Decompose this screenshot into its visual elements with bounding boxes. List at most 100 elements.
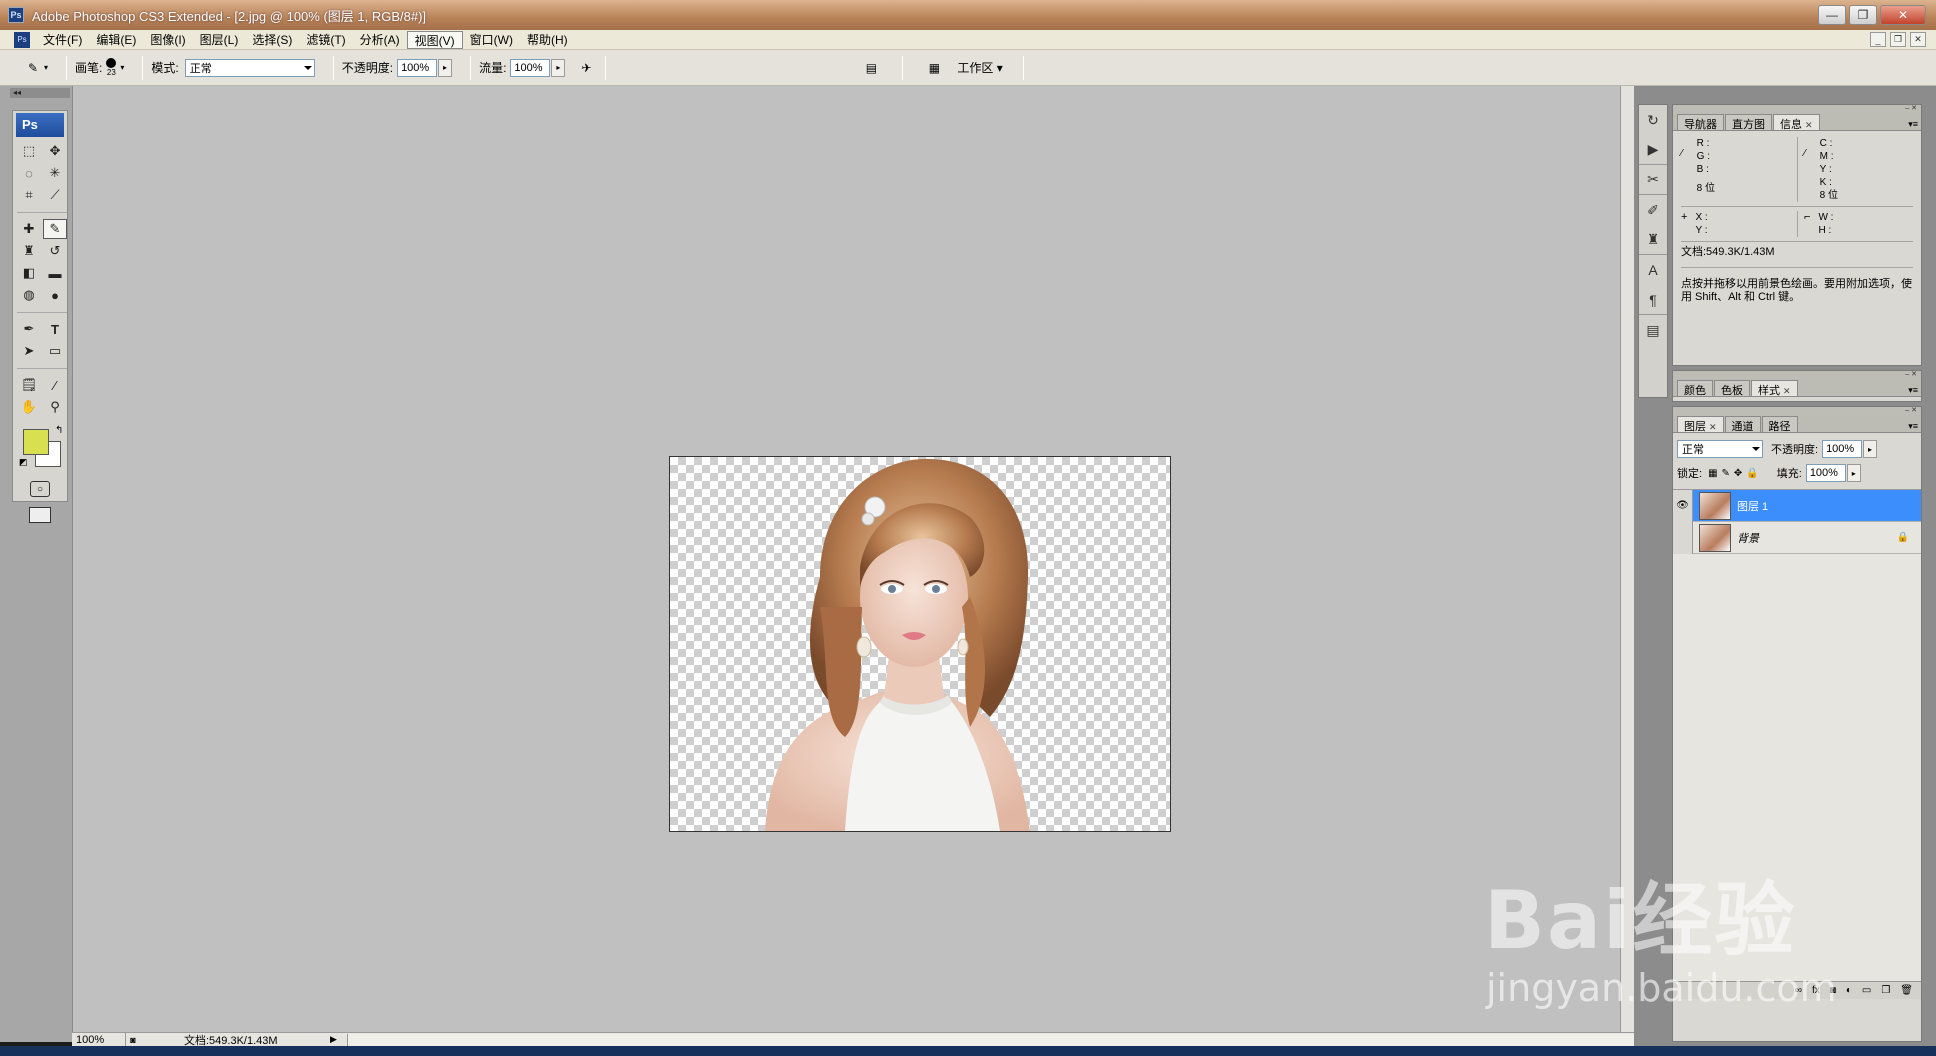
menu-image[interactable]: 图像(I): [143, 31, 192, 49]
trash-icon[interactable]: 🗑: [1900, 985, 1913, 996]
clone-source-icon[interactable]: ♜: [1639, 225, 1667, 255]
history-panel-icon[interactable]: ↻: [1639, 105, 1667, 135]
gradient-tool-icon[interactable]: ▬: [43, 263, 67, 283]
path-selection-tool-icon[interactable]: ➤: [17, 341, 41, 361]
new-group-icon[interactable]: ▭: [1862, 985, 1871, 996]
flow-input[interactable]: 100%: [510, 58, 551, 77]
adjustment-layer-icon[interactable]: ◐: [1846, 985, 1852, 996]
panel-grip[interactable]: – ✕: [1673, 105, 1921, 113]
layer-row[interactable]: 👁 图层 1: [1673, 489, 1921, 522]
hand-tool-icon[interactable]: ✋: [17, 397, 41, 417]
tool-presets-icon[interactable]: ✂: [1639, 165, 1667, 195]
panel-menu-icon[interactable]: ▾≡: [1908, 385, 1921, 396]
opacity-slider-button[interactable]: ▸: [438, 58, 453, 77]
fill-slider-button[interactable]: ▸: [1846, 464, 1861, 482]
tab-navigator[interactable]: 导航器: [1677, 114, 1724, 131]
close-icon[interactable]: ✕: [1880, 5, 1926, 25]
horizontal-scrollbar[interactable]: [346, 1033, 1634, 1046]
character-panel-icon[interactable]: A: [1639, 255, 1667, 285]
screen-mode-icon[interactable]: [29, 507, 51, 523]
eye-icon[interactable]: 👁: [1673, 489, 1693, 522]
palette-well-icon[interactable]: ▤: [860, 57, 882, 79]
tool-preset-picker[interactable]: ✎ ▾: [22, 57, 48, 79]
maximize-icon[interactable]: ❐: [1849, 5, 1877, 25]
marquee-tool-icon[interactable]: ⬚: [17, 141, 41, 161]
document-canvas[interactable]: [669, 456, 1171, 832]
tab-channels[interactable]: 通道: [1724, 416, 1761, 433]
panel-menu-icon[interactable]: ▾≡: [1908, 421, 1921, 432]
tab-color[interactable]: 颜色: [1677, 380, 1713, 397]
minimize-icon[interactable]: —: [1818, 5, 1846, 25]
menu-help[interactable]: 帮助(H): [520, 31, 575, 49]
menu-edit[interactable]: 编辑(E): [89, 31, 143, 49]
paragraph-panel-icon[interactable]: ¶: [1639, 285, 1667, 315]
notes-tool-icon[interactable]: 🗒: [17, 375, 41, 395]
healing-brush-tool-icon[interactable]: ✚: [17, 219, 41, 239]
magic-wand-tool-icon[interactable]: ✳: [43, 163, 67, 183]
canvas-workspace[interactable]: [72, 86, 1620, 1032]
tab-swatches[interactable]: 色板: [1714, 380, 1750, 397]
close-icon[interactable]: ✕: [1783, 386, 1791, 396]
eyedropper-tool-icon[interactable]: ⁄: [43, 375, 67, 395]
actions-panel-icon[interactable]: ▶: [1639, 135, 1667, 165]
lock-all-icon[interactable]: 🔒: [1746, 468, 1762, 479]
layer-name[interactable]: 背景: [1737, 530, 1759, 546]
layer-name[interactable]: 图层 1: [1737, 498, 1768, 514]
tab-histogram[interactable]: 直方图: [1725, 114, 1772, 131]
menu-analysis[interactable]: 分析(A): [353, 31, 407, 49]
new-layer-icon[interactable]: ❐: [1881, 985, 1890, 996]
shape-tool-icon[interactable]: ▭: [43, 341, 67, 361]
pen-tool-icon[interactable]: ✒: [17, 319, 41, 339]
slice-tool-icon[interactable]: ⟋: [43, 185, 67, 205]
menu-layer[interactable]: 图层(L): [193, 31, 246, 49]
panel-grip[interactable]: – ✕: [1673, 371, 1921, 379]
swap-colors-icon[interactable]: ↰: [55, 425, 63, 436]
status-menu-icon[interactable]: ◙: [126, 1035, 140, 1045]
menu-filter[interactable]: 滤镜(T): [299, 31, 352, 49]
doc-close-icon[interactable]: ✕: [1910, 32, 1926, 47]
eraser-tool-icon[interactable]: ◧: [17, 263, 41, 283]
tab-styles[interactable]: 样式 ✕: [1751, 380, 1798, 397]
lock-options[interactable]: ▦✎✥🔒: [1708, 468, 1763, 479]
blend-mode-select[interactable]: 正常: [1677, 440, 1763, 458]
lock-transparency-icon[interactable]: ▦: [1708, 468, 1721, 479]
bridge-icon[interactable]: ▦: [923, 57, 945, 79]
layer-thumbnail[interactable]: [1699, 523, 1731, 552]
layer-opacity-slider-button[interactable]: ▸: [1863, 440, 1878, 458]
tab-paths[interactable]: 路径: [1761, 416, 1798, 433]
document-icon[interactable]: Ps: [14, 31, 30, 48]
layer-thumbnail[interactable]: [1699, 491, 1731, 520]
mode-select[interactable]: 正常: [184, 58, 315, 77]
layer-opacity-input[interactable]: 100%: [1822, 440, 1863, 458]
foreground-color-swatch[interactable]: [23, 429, 49, 455]
panel-grip[interactable]: – ✕: [1673, 407, 1921, 415]
dodge-tool-icon[interactable]: ●: [43, 285, 67, 305]
eyedropper-icon[interactable]: ⁄: [1681, 147, 1683, 202]
clone-stamp-tool-icon[interactable]: ♜: [17, 241, 41, 261]
move-tool-icon[interactable]: ✥: [43, 141, 67, 161]
tab-layers[interactable]: 图层 ✕: [1677, 416, 1724, 433]
blur-tool-icon[interactable]: ◍: [17, 285, 41, 305]
doc-minimize-icon[interactable]: _: [1870, 32, 1886, 47]
doc-restore-icon[interactable]: ❐: [1890, 32, 1906, 47]
menu-file[interactable]: 文件(F): [36, 31, 89, 49]
lock-pixels-icon[interactable]: ✎: [1722, 468, 1734, 479]
zoom-level[interactable]: 100%: [72, 1032, 126, 1047]
panel-menu-icon[interactable]: ▾≡: [1908, 119, 1921, 130]
lasso-tool-icon[interactable]: ◌: [17, 163, 41, 183]
workspace-menu[interactable]: 工作区 ▾: [957, 59, 1002, 76]
eyedropper-icon[interactable]: ⁄: [1804, 147, 1806, 202]
brushes-panel-icon[interactable]: ✐: [1639, 195, 1667, 225]
close-icon[interactable]: ✕: [1709, 422, 1717, 432]
default-colors-icon[interactable]: ◩: [19, 457, 28, 468]
visibility-toggle[interactable]: [1673, 521, 1693, 554]
opacity-input[interactable]: 100%: [397, 58, 438, 77]
layer-row[interactable]: 背景 🔒: [1673, 521, 1921, 554]
history-brush-tool-icon[interactable]: ↺: [43, 241, 67, 261]
fill-input[interactable]: 100%: [1805, 464, 1846, 482]
menu-select[interactable]: 选择(S): [245, 31, 299, 49]
status-arrow-icon[interactable]: ▶: [330, 1034, 337, 1045]
tab-info[interactable]: 信息 ✕: [1773, 114, 1820, 131]
close-icon[interactable]: ✕: [1805, 120, 1813, 130]
quick-mask-icon[interactable]: ○: [30, 481, 50, 497]
